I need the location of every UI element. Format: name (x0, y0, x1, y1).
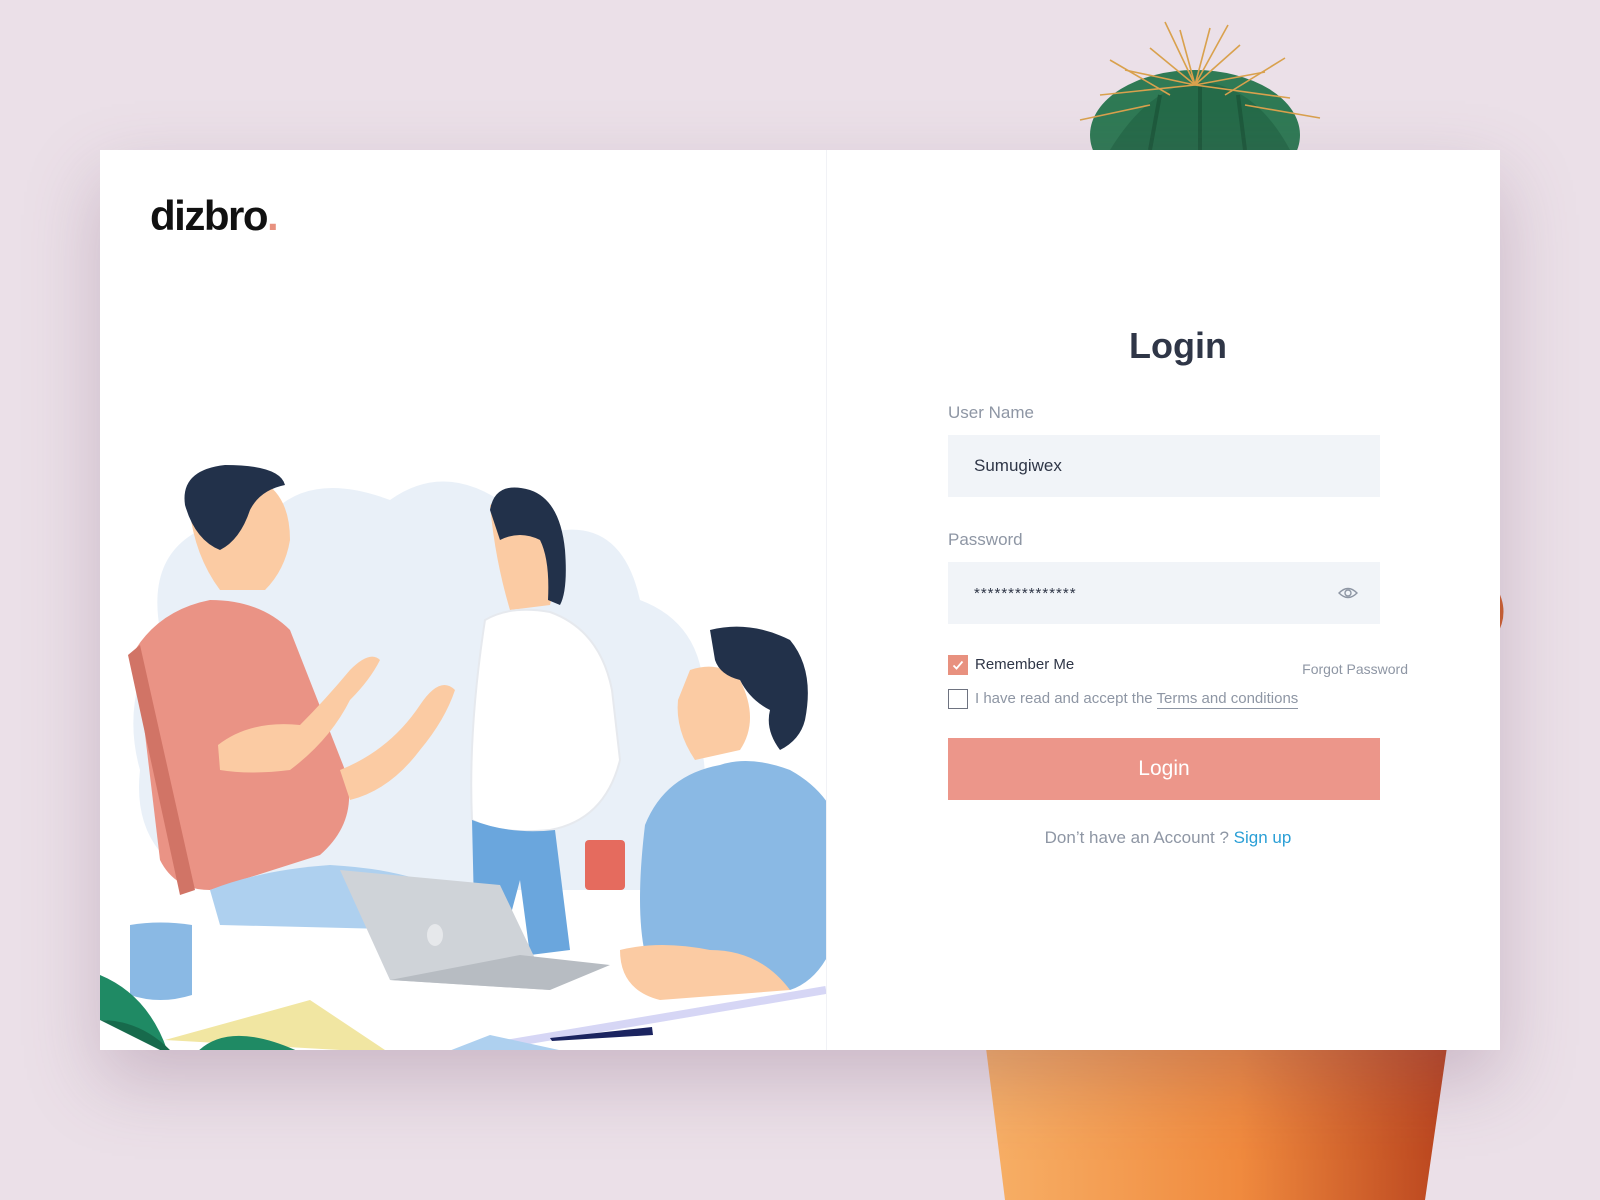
terms-row: I have read and accept the Terms and con… (948, 689, 1408, 711)
remember-label[interactable]: Remember Me (975, 655, 1074, 675)
illustration-panel: dizbro. (100, 150, 826, 1050)
remember-checkbox[interactable] (948, 655, 968, 675)
login-button[interactable]: Login (948, 738, 1380, 800)
username-input[interactable]: Sumugiwex (948, 435, 1380, 497)
coffee-mug (585, 840, 625, 890)
password-input[interactable]: *************** (948, 562, 1380, 624)
brand-name: dizbro (150, 192, 268, 239)
terms-prefix: I have read and accept the (975, 690, 1153, 707)
brand-logo[interactable]: dizbro. (150, 190, 279, 242)
login-card: dizbro. Login User Name Sumugiwex Passwo… (100, 150, 1500, 1050)
terms-label: I have read and accept the Terms and con… (975, 689, 1299, 709)
remember-row: Remember Me Forgot Password (948, 655, 1408, 677)
forgot-password-link[interactable]: Forgot Password (1302, 659, 1408, 679)
checkmark-icon (952, 660, 964, 670)
terms-link[interactable]: Terms and conditions (1156, 690, 1299, 709)
username-value: Sumugiwex (974, 456, 1062, 475)
password-label: Password (948, 530, 1023, 549)
team-meeting-illustration (100, 465, 826, 1050)
username-label: User Name (948, 403, 1034, 422)
terms-checkbox[interactable] (948, 689, 968, 709)
form-title: Login (1129, 325, 1227, 366)
signup-prompt: Don’t have an Account ? (1044, 828, 1229, 847)
eye-icon[interactable] (1338, 584, 1358, 602)
panel-divider (826, 150, 827, 1050)
signup-link[interactable]: Sign up (1234, 828, 1292, 847)
password-value: *************** (974, 584, 1077, 602)
signup-row: Don’t have an Account ? Sign up (948, 828, 1408, 848)
blue-cup (130, 922, 192, 1000)
brand-dot: . (266, 192, 279, 239)
